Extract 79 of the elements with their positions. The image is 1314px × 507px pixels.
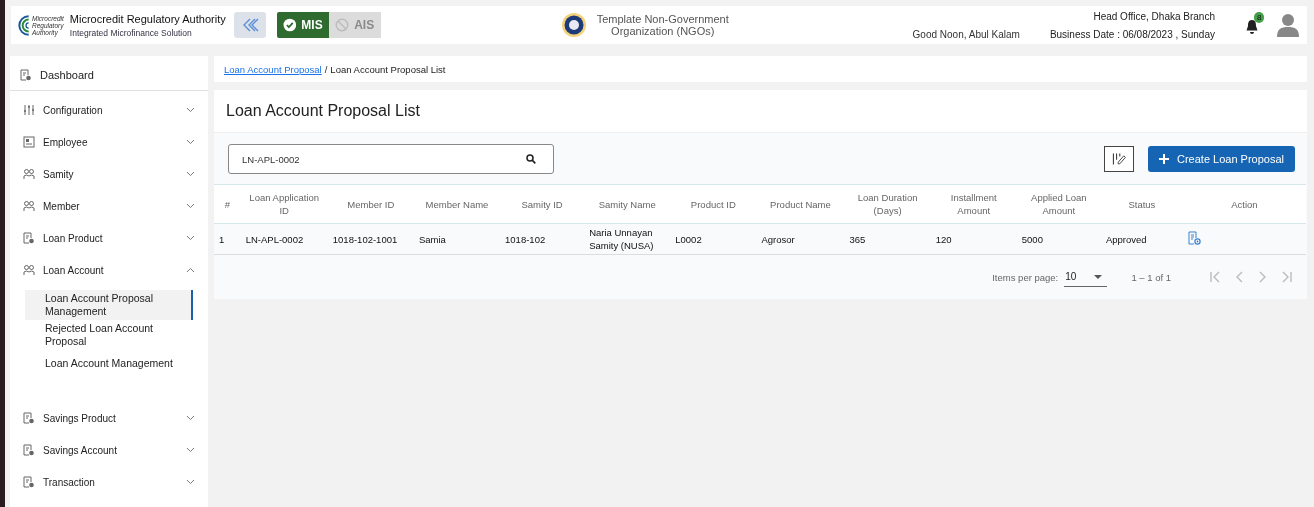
column-header: Samity Name <box>584 184 671 224</box>
avatar-icon[interactable] <box>1277 13 1299 37</box>
sidebar-item[interactable]: Loan Product <box>10 222 208 254</box>
sidebar-item[interactable]: Configuration <box>10 94 208 126</box>
column-header: # <box>214 184 241 224</box>
table-cell: Samia <box>413 223 501 255</box>
table-cell: 1 <box>214 223 241 255</box>
sidebar-item[interactable]: Employee <box>10 126 208 158</box>
column-header: Action <box>1182 184 1306 224</box>
column-header: Applied Loan Amount <box>1016 184 1101 224</box>
column-header: Product Name <box>756 184 845 224</box>
greeting: Good Noon, Abul Kalam <box>912 29 1020 40</box>
sidebar-item[interactable]: Transaction <box>10 466 208 498</box>
document-icon <box>23 444 35 456</box>
dropdown-arrow-icon <box>1094 274 1103 279</box>
submenu-item[interactable]: Loan Account Management <box>25 350 193 376</box>
document-icon <box>23 476 35 488</box>
submenu-item[interactable]: Rejected Loan Account Proposal <box>25 320 193 350</box>
table-cell: Naria Unnayan Samity (NUSA) <box>584 223 671 255</box>
check-circle-icon <box>282 18 297 32</box>
sidebar-item[interactable]: Member <box>10 190 208 222</box>
table-cell: 1018-102-1001 <box>327 223 414 255</box>
table-cell: Agrosor <box>756 223 845 255</box>
sidebar-item[interactable]: Savings Account <box>10 434 208 466</box>
column-header: Member ID <box>327 184 414 224</box>
ngo-name: Template Non-Government <box>596 13 729 25</box>
create-loan-proposal-button[interactable]: Create Loan Proposal <box>1148 146 1295 172</box>
previous-page-icon[interactable] <box>1235 271 1245 283</box>
mode-toggle[interactable]: MIS <box>276 12 329 38</box>
column-header: Samity ID <box>500 184 585 224</box>
column-header: Status <box>1100 184 1183 224</box>
next-page-icon[interactable] <box>1257 271 1267 283</box>
people-icon <box>23 264 35 276</box>
notification-count: 8 <box>1254 12 1265 23</box>
table-cell: 365 <box>844 223 931 255</box>
table-cell: LN-APL-0002 <box>240 223 328 255</box>
plus-icon <box>1159 154 1169 164</box>
column-settings-button[interactable] <box>1104 146 1134 172</box>
document-icon <box>23 412 35 424</box>
column-header: Installment Amount <box>930 184 1017 224</box>
breadcrumb-current: Loan Account Proposal List <box>330 63 446 75</box>
logo-icon <box>18 14 30 36</box>
table-cell: 1018-102 <box>500 223 585 255</box>
seal-icon <box>560 12 587 38</box>
search-field[interactable]: LN-APL-0002 <box>228 144 554 174</box>
bell-icon[interactable] <box>1245 19 1259 35</box>
page-range: 1 – 1 of 1 <box>1131 271 1171 283</box>
people-icon <box>23 200 35 212</box>
column-header: Loan Duration (Days) <box>844 184 931 224</box>
view-document-icon[interactable] <box>1187 230 1201 245</box>
document-icon <box>23 232 35 244</box>
org-name: Microcredit Regulatory Authority <box>69 12 226 25</box>
columns-edit-icon <box>1111 150 1127 168</box>
collapse-button[interactable] <box>233 12 266 38</box>
org-subtitle: Integrated Microfinance Solution <box>69 27 193 38</box>
people-icon <box>23 168 35 180</box>
ngo-name: Organization (NGOs) <box>611 25 715 37</box>
sliders-icon <box>23 104 35 116</box>
branch-name: Head Office, Dhaka Branch <box>1093 10 1215 22</box>
id-card-icon <box>23 136 35 148</box>
sidebar-item[interactable]: Samity <box>10 158 208 190</box>
page-size-select[interactable]: 10 <box>1064 271 1108 287</box>
items-per-page-label: Items per page: <box>992 271 1059 283</box>
search-icon <box>526 154 536 164</box>
table-cell: 5000 <box>1016 223 1101 255</box>
column-header: Product ID <box>670 184 757 224</box>
document-icon <box>20 69 32 81</box>
business-date: Business Date : 06/08/2023 , Sunday <box>1049 28 1215 40</box>
table-cell: 120 <box>930 223 1017 255</box>
column-header: Member Name <box>413 184 501 224</box>
breadcrumb-separator: / <box>324 63 328 75</box>
column-header: Loan Application ID <box>240 184 328 224</box>
table-cell: Approved <box>1100 223 1183 255</box>
blocked-icon <box>335 18 350 32</box>
sidebar-item[interactable]: Loan Account <box>10 254 208 286</box>
submenu-item[interactable]: Loan Account Proposal Management <box>25 290 193 320</box>
table-cell: L0002 <box>670 223 757 255</box>
sidebar-item[interactable]: Savings Product <box>10 402 208 434</box>
breadcrumb-link[interactable]: Loan Account Proposal <box>224 63 322 75</box>
